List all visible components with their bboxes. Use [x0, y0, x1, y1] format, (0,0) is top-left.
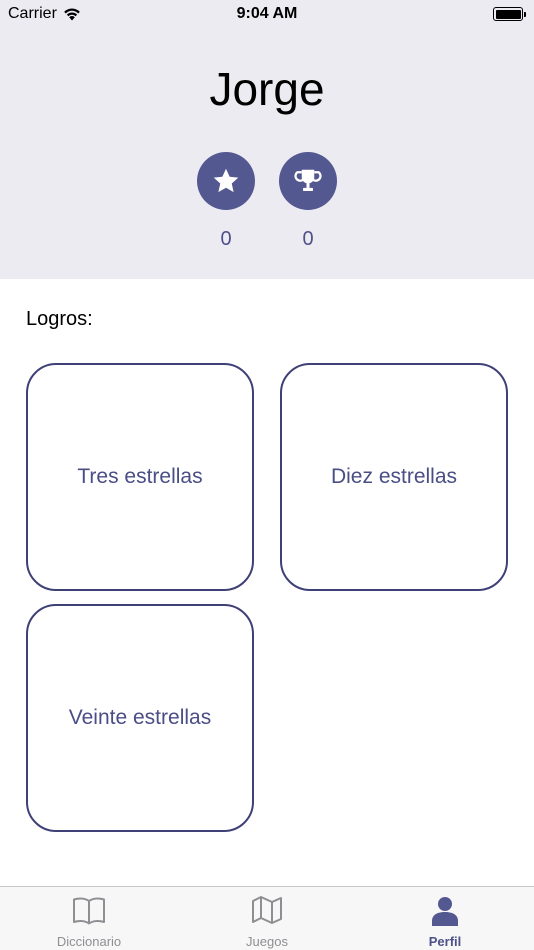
achievement-card[interactable]: Tres estrellas [26, 363, 254, 591]
tab-diccionario[interactable]: Diccionario [0, 887, 178, 950]
book-icon [73, 897, 105, 925]
trophy-badge [279, 152, 337, 210]
achievement-card[interactable]: Diez estrellas [280, 363, 508, 591]
status-time: 9:04 AM [236, 5, 298, 22]
tab-perfil[interactable]: Perfil [356, 887, 534, 950]
star-icon [213, 168, 239, 193]
map-icon [252, 896, 282, 924]
tab-label: Juegos [246, 934, 288, 949]
trophies-stat: 0 [279, 152, 337, 251]
stars-stat: 0 [197, 152, 255, 251]
achievement-label: Diez estrellas [330, 465, 458, 488]
tab-bar: Diccionario Juegos Perfil [0, 886, 534, 950]
status-bar: Carrier 9:04 AM [0, 0, 534, 30]
achievement-card[interactable]: Veinte estrellas [26, 604, 254, 832]
tab-label: Perfil [428, 934, 462, 949]
achievement-label: Tres estrellas [77, 465, 203, 488]
star-badge [197, 152, 255, 210]
trophy-icon [294, 169, 322, 191]
user-name: Jorge [209, 63, 325, 115]
achievement-label: Veinte estrellas [68, 706, 212, 729]
profile-header: Jorge 0 0 [0, 30, 534, 279]
tab-label: Diccionario [56, 934, 122, 949]
tab-juegos[interactable]: Juegos [178, 887, 356, 950]
person-icon [432, 897, 458, 926]
battery-icon [493, 7, 526, 21]
achievements-heading: Logros: [26, 308, 93, 330]
stars-count: 0 [220, 228, 232, 250]
trophies-count: 0 [302, 228, 314, 250]
